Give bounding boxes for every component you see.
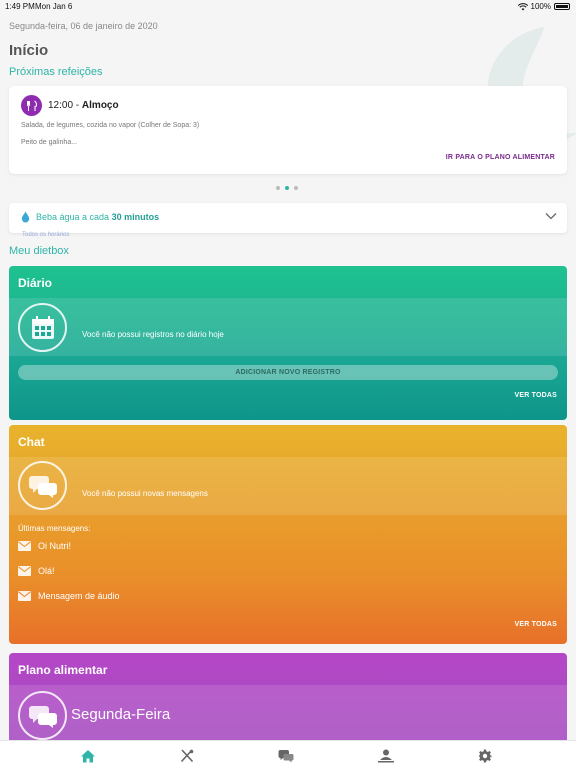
diario-title: Diário bbox=[18, 276, 53, 290]
envelope-icon bbox=[18, 566, 31, 576]
gear-icon[interactable] bbox=[477, 748, 493, 764]
water-interval: 30 minutos bbox=[111, 212, 160, 222]
diario-band bbox=[9, 298, 567, 356]
battery-icon bbox=[554, 3, 570, 10]
page-dot-active[interactable] bbox=[285, 186, 289, 190]
water-schedule-link[interactable]: Todos os horários bbox=[22, 232, 69, 238]
carousel-pagination[interactable] bbox=[276, 186, 298, 190]
message-item[interactable]: Olá! bbox=[18, 566, 55, 576]
utensils-icon bbox=[21, 95, 42, 116]
meal-plan-day: Segunda-Feira bbox=[71, 706, 171, 723]
message-text: Olá! bbox=[38, 566, 55, 576]
wifi-icon bbox=[517, 2, 528, 10]
chat-bubbles-icon bbox=[18, 461, 67, 510]
page-dot[interactable] bbox=[294, 186, 298, 190]
diario-empty-message: Você não possui registros no diário hoje bbox=[82, 330, 224, 339]
calendar-icon bbox=[18, 303, 67, 352]
chevron-down-icon[interactable] bbox=[545, 212, 557, 220]
envelope-icon bbox=[18, 541, 31, 551]
status-bar: 1:49 PM Mon Jan 6 100% bbox=[0, 0, 576, 12]
page-title: Início bbox=[9, 42, 49, 59]
utensils-icon[interactable] bbox=[179, 748, 195, 764]
meal-time: 12:00 - Almoço bbox=[48, 100, 119, 111]
water-reminder[interactable]: Beba água a cada 30 minutos bbox=[9, 203, 567, 233]
meal-card[interactable]: 12:00 - Almoço Salada, de legumes, cozid… bbox=[9, 86, 567, 174]
chat-bubbles-icon bbox=[18, 691, 67, 740]
meal-name: Almoço bbox=[81, 100, 119, 111]
chat-icon[interactable] bbox=[278, 748, 294, 764]
chat-see-all-link[interactable]: VER TODAS bbox=[514, 621, 557, 628]
diario-see-all-link[interactable]: VER TODAS bbox=[514, 392, 557, 399]
next-meals-label: Próximas refeições bbox=[9, 66, 103, 78]
home-icon[interactable] bbox=[80, 748, 96, 764]
water-drop-icon bbox=[21, 211, 30, 223]
meal-item: Peito de galinha... bbox=[21, 139, 78, 146]
status-right: 100% bbox=[517, 2, 570, 11]
meal-plan-panel[interactable]: Plano alimentar Segunda-Feira bbox=[9, 653, 567, 753]
current-date: Segunda-feira, 06 de janeiro de 2020 bbox=[9, 21, 158, 31]
water-reminder-text: Beba água a cada 30 minutos bbox=[36, 212, 160, 222]
battery-percent: 100% bbox=[530, 2, 551, 11]
chat-panel[interactable]: Chat Você não possui novas mensagens Últ… bbox=[9, 425, 567, 644]
diario-panel[interactable]: Diário Você não possui registros no diár… bbox=[9, 266, 567, 420]
chat-empty-message: Você não possui novas mensagens bbox=[82, 489, 208, 498]
message-text: Mensagem de áudio bbox=[38, 591, 120, 601]
profile-icon[interactable] bbox=[378, 748, 394, 764]
message-item[interactable]: Oi Nutri! bbox=[18, 541, 71, 551]
message-item[interactable]: Mensagem de áudio bbox=[18, 591, 120, 601]
message-text: Oi Nutri! bbox=[38, 541, 72, 551]
dietbox-label: Meu dietbox bbox=[9, 245, 69, 257]
status-date: Mon Jan 6 bbox=[35, 2, 73, 11]
recent-messages-label: Últimas mensagens: bbox=[18, 524, 91, 533]
envelope-icon bbox=[18, 591, 31, 601]
tab-bar bbox=[0, 740, 576, 768]
chat-title: Chat bbox=[18, 435, 45, 449]
add-record-button[interactable]: ADICIONAR NOVO REGISTRO bbox=[18, 365, 558, 380]
page-dot[interactable] bbox=[276, 186, 280, 190]
meal-plan-title: Plano alimentar bbox=[18, 663, 108, 677]
go-to-meal-plan-link[interactable]: IR PARA O PLANO ALIMENTAR bbox=[446, 154, 555, 161]
chat-band bbox=[9, 457, 567, 515]
meal-item: Salada, de legumes, cozida no vapor (Col… bbox=[21, 122, 200, 129]
status-time: 1:49 PM bbox=[5, 2, 35, 11]
